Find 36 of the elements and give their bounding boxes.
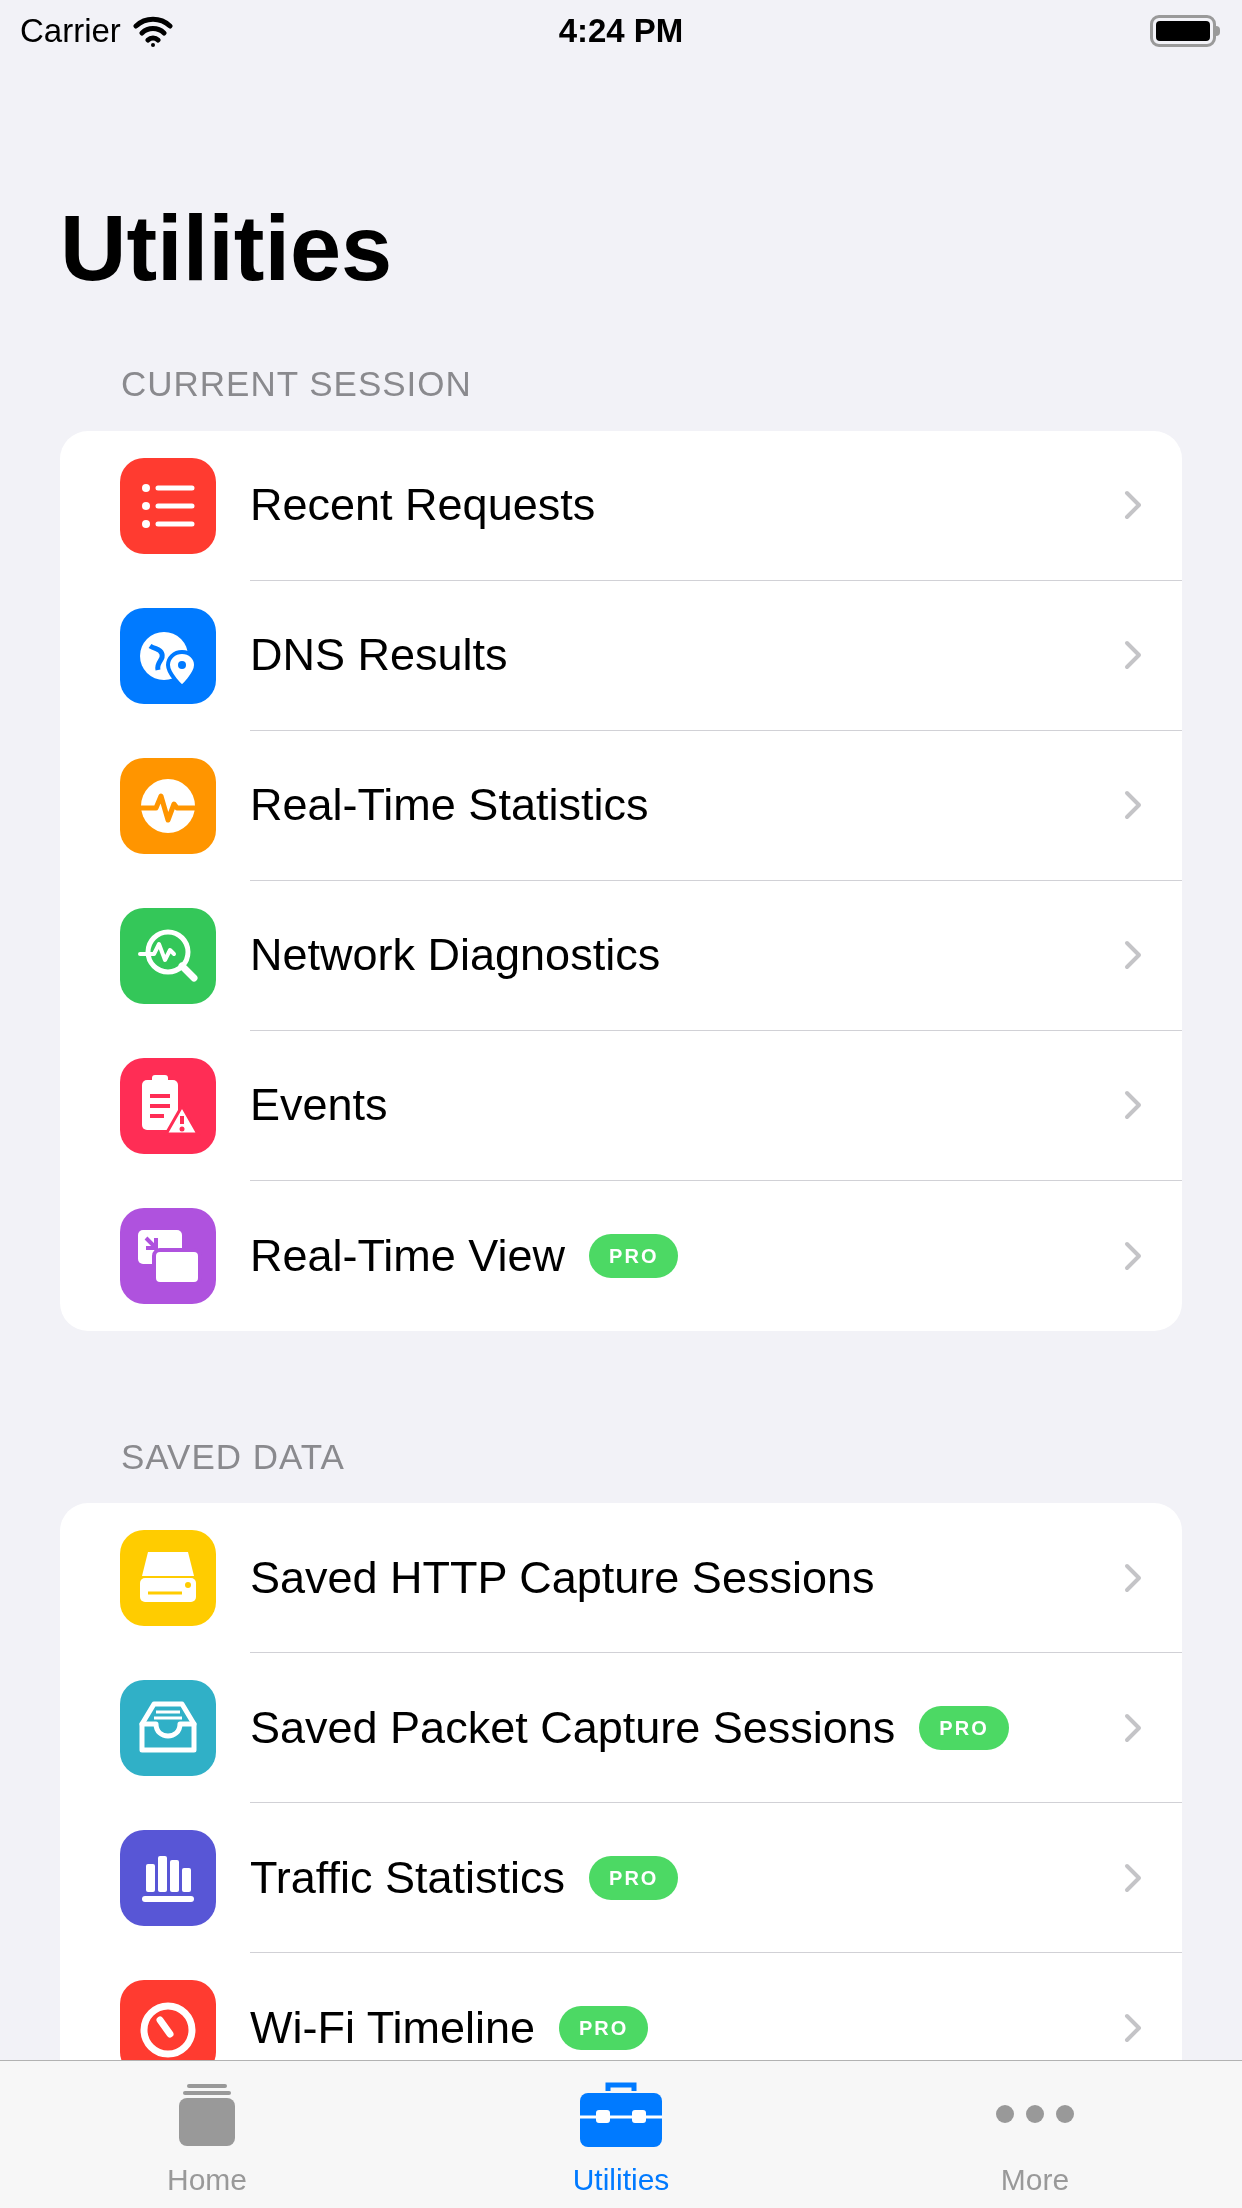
row-label: DNS Results — [250, 628, 508, 683]
chevron-icon — [1124, 2013, 1142, 2043]
chevron-icon — [1124, 1240, 1142, 1271]
tab-item[interactable]: Utilities — [414, 2061, 828, 2208]
clock-time: 4:24 PM — [558, 11, 684, 52]
row-label: Events — [250, 1078, 388, 1133]
row-label: Saved HTTP Capture Sessions — [250, 1550, 875, 1605]
chevron-icon — [1124, 490, 1142, 520]
tab-item[interactable]: Home — [0, 2061, 414, 2208]
more-icon — [995, 2104, 1075, 2124]
tab-item[interactable]: More — [828, 2061, 1242, 2208]
section-header: SAVED DATA — [120, 1435, 346, 1478]
chevron-icon — [1124, 1090, 1142, 1120]
chevron-icon — [1124, 1712, 1142, 1743]
chevron-icon — [1124, 940, 1142, 970]
carrier-label: Carrier — [20, 11, 121, 52]
row-label: Real-Time Statistics — [250, 778, 649, 833]
row-label: Traffic Statistics — [250, 1850, 566, 1905]
chevron-icon — [1124, 1562, 1142, 1593]
pro-badge: PRO — [559, 2006, 649, 2050]
section-header: CURRENT SESSION — [120, 363, 473, 405]
toolbox-icon — [580, 2081, 662, 2147]
pro-badge: PRO — [919, 1705, 1009, 1750]
row-label: Wi-Fi Timeline — [250, 2001, 535, 2056]
chevron-icon — [1124, 1862, 1142, 1893]
wifi-icon — [132, 15, 173, 47]
chevron-icon — [1124, 790, 1142, 820]
row-label: Network Diagnostics — [250, 928, 661, 983]
pro-badge: PRO — [589, 1855, 679, 1900]
row-label: Recent Requests — [250, 478, 596, 533]
battery-icon — [1150, 14, 1222, 48]
chevron-icon — [1124, 640, 1142, 670]
row-label: Saved Packet Capture Sessions — [250, 1700, 896, 1755]
row-label: Real-Time View — [250, 1228, 566, 1283]
page-title: Utilities — [59, 202, 394, 294]
pro-badge: PRO — [589, 1233, 679, 1278]
